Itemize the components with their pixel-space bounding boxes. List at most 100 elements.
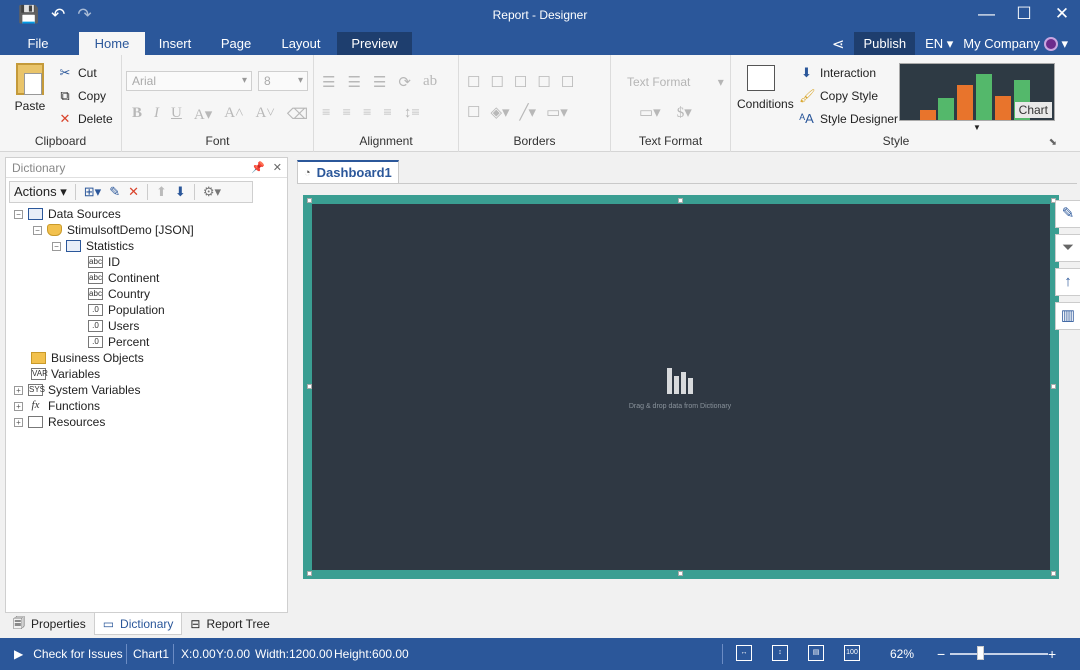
tree-node-functions[interactable]: + fx Functions [14,398,100,414]
border-style-icon[interactable]: ▭▾ [546,103,568,122]
tab-dictionary[interactable]: ▭ Dictionary [93,613,183,635]
tab-report-tree[interactable]: ⊟ Report Tree [182,613,277,635]
format-icon[interactable]: ▭▾ [639,103,661,122]
tree-node-datasource[interactable]: − StimulsoftDemo [JSON] [33,222,194,238]
account-menu[interactable]: My Company ▾ [963,36,1068,52]
font-name-select[interactable]: Arial [126,71,252,91]
settings-icon[interactable]: ⚙▾ [203,184,221,200]
collapse-icon[interactable]: − [52,241,61,251]
underline-icon[interactable]: U [171,105,182,124]
font-size-select[interactable]: 8 [258,71,308,91]
shrink-font-icon[interactable]: A˅ [256,105,275,124]
fit-height-icon[interactable]: ↕ [772,645,788,661]
edit-element-icon[interactable]: ✎ [1055,200,1080,228]
tab-dashboard[interactable]: ◔ Dashboard1 [297,160,399,184]
minimize-icon[interactable]: — [978,4,995,24]
style-gallery[interactable]: Chart [899,63,1055,121]
check-issues-button[interactable]: ▶ Check for Issues [14,638,123,670]
paste-button[interactable]: Paste [12,63,48,113]
publish-button[interactable]: Publish [854,32,916,55]
expand-icon[interactable]: + [14,401,23,411]
bottom-border-icon[interactable]: ☐ [537,73,550,92]
left-border-icon[interactable]: ☐ [514,73,527,92]
tree-node-resources[interactable]: + Resources [14,414,105,430]
tab-properties[interactable]: 🗐 Properties [5,613,94,635]
resize-handle[interactable] [1051,571,1056,576]
chart-type-icon[interactable]: ▥ [1055,302,1080,330]
tree-node-business-objects[interactable]: Business Objects [31,350,144,366]
clear-format-icon[interactable]: ⌫ [287,105,308,124]
conditions-button[interactable]: Conditions [737,65,794,111]
close-icon[interactable]: ✕ [1054,4,1070,24]
tree-node-column[interactable]: .0 Population [88,302,165,318]
italic-icon[interactable]: I [154,105,159,124]
top-border-icon[interactable]: ☐ [490,73,503,92]
maximize-icon[interactable]: ☐ [1016,4,1032,24]
tab-page[interactable]: Page [212,32,260,55]
align-center-icon[interactable]: ≡ [342,105,350,122]
tree-node-variables[interactable]: VAR Variables [31,366,100,382]
zoom-100-icon[interactable]: 100 [844,645,860,661]
edit-icon[interactable]: ✎ [109,184,120,200]
move-down-icon[interactable]: ⬇ [175,184,186,200]
border-color-icon[interactable]: ╱▾ [520,103,537,122]
currency-format-icon[interactable]: $▾ [677,103,692,122]
tree-node-statistics[interactable]: − Statistics [52,238,134,254]
align-bottom-icon[interactable]: ☰ [373,73,386,92]
text-format-select[interactable]: Text Format ▾ [627,75,724,89]
resize-handle[interactable] [1051,384,1056,389]
tree-node-column[interactable]: .0 Users [88,318,139,334]
zoom-in-button[interactable]: + [1048,638,1056,670]
zoom-slider-thumb[interactable] [977,646,984,660]
align-right-icon[interactable]: ≡ [363,105,371,122]
expand-icon[interactable]: + [14,385,23,395]
fit-width-icon[interactable]: ↔ [736,645,752,661]
new-item-icon[interactable]: ⊞▾ [84,184,101,200]
interaction-button[interactable]: ⬇ Interaction [799,65,876,81]
collapse-icon[interactable]: − [14,209,23,219]
cut-button[interactable]: ✂ Cut [58,65,97,81]
no-border-icon[interactable]: ☐ [467,103,480,122]
tab-layout[interactable]: Layout [272,32,330,55]
right-border-icon[interactable]: ☐ [561,73,574,92]
resize-handle[interactable] [678,198,683,203]
resize-handle[interactable] [678,571,683,576]
style-designer-button[interactable]: ᴬA Style Designer [799,111,898,126]
align-middle-icon[interactable]: ☰ [347,73,360,92]
tree-node-data-sources[interactable]: − Data Sources [14,206,121,222]
language-selector[interactable]: EN ▾ [925,36,953,52]
delete-button[interactable]: ✕ Delete [58,111,113,127]
resize-handle[interactable] [307,384,312,389]
resize-handle[interactable] [307,571,312,576]
wrap-text-icon[interactable]: ab [423,73,437,92]
tab-file[interactable]: File [18,32,58,55]
whole-page-icon[interactable]: ▤ [808,645,824,661]
align-top-icon[interactable]: ☰ [322,73,335,92]
expand-icon[interactable]: + [14,417,23,427]
tree-node-column[interactable]: abc Continent [88,270,159,286]
grow-font-icon[interactable]: A˄ [224,105,243,124]
tree-node-system-variables[interactable]: + SYS System Variables [14,382,140,398]
tree-node-column[interactable]: abc Country [88,286,150,302]
collapse-icon[interactable]: − [33,225,42,235]
tree-node-column[interactable]: .0 Percent [88,334,149,350]
line-spacing-icon[interactable]: ↕≡ [404,105,420,122]
actions-menu[interactable]: Actions ▾ [14,184,67,200]
sort-icon[interactable]: ↑ [1055,268,1080,296]
move-up-icon[interactable]: ⬆ [156,184,167,200]
tab-home[interactable]: Home [79,32,145,55]
delete-item-icon[interactable]: ✕ [128,184,139,200]
tab-insert[interactable]: Insert [150,32,200,55]
all-borders-icon[interactable]: ☐ [467,73,480,92]
align-left-icon[interactable]: ≡ [322,105,330,122]
justify-icon[interactable]: ≡ [383,105,391,122]
resize-handle[interactable] [307,198,312,203]
filter-icon[interactable]: ⏷ [1055,234,1080,262]
font-color-icon[interactable]: A▾ [194,105,212,124]
zoom-slider[interactable] [950,653,1048,655]
close-panel-icon[interactable]: ✕ [273,158,282,178]
fill-color-icon[interactable]: ◈▾ [490,103,509,122]
gallery-dropdown-icon[interactable]: ▼ [973,123,981,132]
zoom-out-button[interactable]: − [937,638,945,670]
rotate-text-icon[interactable]: ⟳ [398,73,411,92]
